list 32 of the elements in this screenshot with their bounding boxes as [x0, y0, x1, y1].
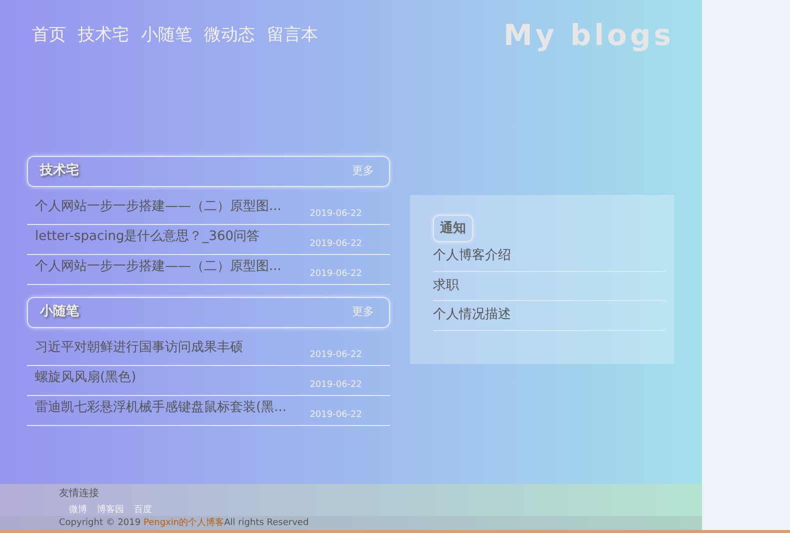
- post-date: 2019-06-22: [310, 238, 362, 251]
- site-title: My blogs: [503, 17, 674, 54]
- notice-title: 通知: [433, 214, 473, 242]
- post-link[interactable]: 雷迪凯七彩悬浮机械手感键盘鼠标套装(黑...: [35, 398, 286, 418]
- notice-link[interactable]: 求职: [433, 272, 665, 301]
- blog-link[interactable]: Pengxin的个人博客: [143, 518, 224, 528]
- nav-link[interactable]: 留言本: [267, 25, 318, 45]
- nav-link[interactable]: 技术宅: [78, 25, 129, 45]
- more-link[interactable]: 更多: [352, 162, 374, 180]
- notice-link[interactable]: 个人博客介绍: [433, 242, 665, 272]
- post-date: 2019-06-22: [310, 409, 362, 422]
- footer-heading: 友情连接: [59, 487, 100, 500]
- post-link[interactable]: 个人网站一步一步搭建——（二）原型图...: [35, 197, 282, 216]
- nav-link[interactable]: 首页: [32, 25, 66, 45]
- post-link[interactable]: 习近平对朝鲜进行国事访问成果丰硕: [35, 338, 243, 358]
- nav-link[interactable]: 小随笔: [141, 25, 192, 45]
- post-link[interactable]: letter-spacing是什么意思？_360问答: [35, 227, 260, 246]
- post-link[interactable]: 个人网站一步一步搭建——（二）原型图...: [35, 257, 282, 276]
- more-link[interactable]: 更多: [352, 304, 374, 320]
- copyright-text: Copyright © 2019 Pengxin的个人博客All rights Reserved: [0, 516, 702, 530]
- section-title: 小随笔: [40, 303, 79, 322]
- friend-link[interactable]: 百度: [134, 505, 152, 515]
- nav-link[interactable]: 微动态: [204, 25, 255, 45]
- post-date: 2019-06-22: [310, 349, 362, 362]
- post-date: 2019-06-22: [310, 379, 362, 392]
- friend-link[interactable]: 微博: [69, 505, 87, 515]
- friend-link[interactable]: 博客园: [97, 505, 124, 515]
- post-date: 2019-06-22: [310, 208, 362, 221]
- notice-link[interactable]: 个人情况描述: [433, 301, 665, 330]
- section-title: 技术宅: [40, 162, 79, 180]
- post-date: 2019-06-22: [310, 268, 362, 281]
- post-link[interactable]: 螺旋风风扇(黑色): [35, 368, 136, 388]
